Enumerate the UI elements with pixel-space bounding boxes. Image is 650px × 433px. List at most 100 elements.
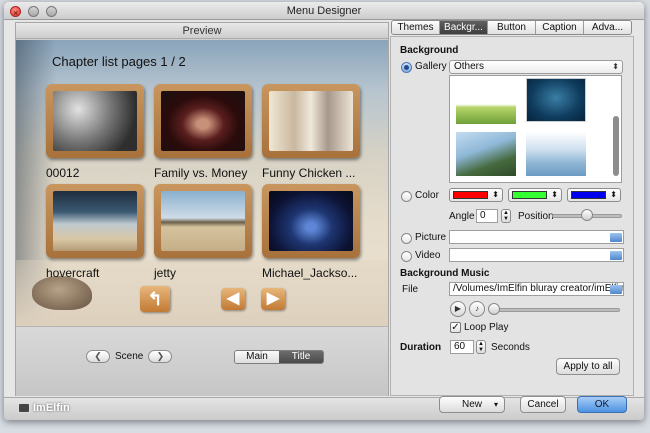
menu-designer-window: × Menu Designer Preview Chapter list pag… — [4, 2, 644, 420]
color-swatch — [453, 191, 488, 199]
music-progress-slider[interactable] — [490, 308, 620, 312]
tab-caption[interactable]: Caption — [536, 21, 584, 34]
cancel-button[interactable]: Cancel — [520, 396, 566, 413]
gallery-label: Gallery — [415, 61, 447, 72]
background-music-section-label: Background Music — [400, 268, 490, 279]
gallery-category-value: Others — [454, 61, 485, 72]
seconds-label: Seconds — [491, 342, 530, 353]
folder-icon[interactable] — [610, 251, 622, 260]
tab-themes[interactable]: Themes — [392, 21, 440, 34]
tab-background[interactable]: Backgr... — [440, 21, 488, 34]
chapter-image — [161, 91, 245, 151]
menu-preview-stage: Chapter list pages 1 / 2 00012 Family vs… — [16, 40, 388, 326]
tab-advanced[interactable]: Adva... — [584, 21, 631, 34]
dropdown-arrow-icon[interactable]: ▾ — [494, 397, 498, 412]
video-radio[interactable] — [401, 251, 412, 262]
color-swatch — [512, 191, 547, 199]
gallery-item-city[interactable] — [526, 132, 586, 176]
chevron-right-icon: ❯ — [156, 350, 165, 361]
chapter-thumbnail-2[interactable] — [154, 84, 252, 158]
background-gallery — [449, 75, 622, 183]
music-progress-knob[interactable] — [488, 303, 500, 315]
scene-navigator: ❮ Scene ❯ — [86, 349, 173, 363]
return-button[interactable]: ↰ — [140, 286, 170, 312]
segment-main[interactable]: Main — [235, 351, 279, 363]
picture-path-field[interactable] — [449, 230, 624, 244]
stepper-icon: ▲ ▼ — [503, 210, 509, 222]
volume-button[interactable]: ♪ — [469, 301, 485, 317]
video-path-field[interactable] — [449, 248, 624, 262]
volume-icon: ♪ — [475, 304, 479, 313]
zoom-window-button[interactable] — [46, 6, 57, 17]
angle-input[interactable]: 0 — [476, 209, 498, 223]
position-slider-knob[interactable] — [581, 209, 593, 221]
play-icon: ▶ — [454, 304, 462, 313]
chapter-thumbnail-6[interactable] — [262, 184, 360, 258]
gallery-radio[interactable] — [401, 62, 412, 73]
segment-title[interactable]: Title — [279, 351, 323, 363]
arrow-right-icon: ▶ — [266, 290, 280, 307]
ok-button[interactable]: OK — [577, 396, 627, 413]
minimize-window-button[interactable] — [28, 6, 39, 17]
chapter-caption-5[interactable]: jetty — [154, 266, 176, 280]
gallery-item-tree[interactable] — [456, 132, 516, 176]
background-section-label: Background — [400, 45, 459, 56]
next-page-button[interactable]: ▶ — [261, 288, 285, 310]
chapter-image — [53, 91, 137, 151]
file-label: File — [402, 284, 419, 295]
duration-input[interactable]: 60 — [450, 340, 474, 354]
previous-page-button[interactable]: ◀ — [221, 288, 245, 310]
color-picker-1[interactable]: ⬍ — [449, 188, 503, 202]
preview-controls: ❮ Scene ❯ Main Title — [16, 326, 388, 396]
title-bar: × Menu Designer — [4, 2, 644, 20]
duration-label: Duration — [400, 342, 442, 353]
color-picker-3[interactable]: ⬍ — [567, 188, 621, 202]
gallery-category-select[interactable]: Others ⬍ — [449, 60, 623, 74]
chapter-thumbnail-3[interactable] — [262, 84, 360, 158]
duration-stepper[interactable]: ▲ ▼ — [476, 340, 486, 354]
picture-label: Picture — [415, 232, 447, 243]
new-label: New — [461, 399, 482, 410]
close-window-button[interactable]: × — [10, 6, 21, 18]
chapter-caption-2[interactable]: Family vs. Money — [154, 166, 247, 180]
arrow-left-icon: ◀ — [226, 290, 240, 307]
color-label: Color — [415, 190, 439, 201]
chapter-image — [269, 191, 353, 251]
chapter-thumbnail-4[interactable] — [46, 184, 144, 258]
return-arrow-icon: ↰ — [147, 289, 163, 309]
chapter-caption-4[interactable]: hovercraft — [46, 266, 99, 280]
gallery-item-grass[interactable] — [456, 80, 516, 124]
chapter-image — [53, 191, 137, 251]
chapter-image — [161, 191, 245, 251]
color-radio[interactable] — [401, 191, 412, 202]
gallery-scrollbar[interactable] — [613, 116, 619, 176]
tab-button[interactable]: Button — [488, 21, 536, 34]
folder-icon[interactable] — [610, 285, 622, 294]
scene-previous-button[interactable]: ❮ — [86, 349, 110, 363]
updown-chevron-icon: ⬍ — [551, 190, 558, 199]
apply-to-all-button[interactable]: Apply to all — [556, 358, 620, 375]
angle-label: Angle — [449, 211, 475, 222]
gallery-item-blue-spotlight[interactable] — [526, 78, 586, 122]
color-picker-2[interactable]: ⬍ — [508, 188, 562, 202]
loop-play-checkbox[interactable]: ✓ — [450, 322, 461, 333]
updown-chevron-icon: ⬍ — [610, 190, 617, 199]
new-button[interactable]: New ▾ — [439, 396, 505, 413]
chapter-caption-6[interactable]: Michael_Jackso... — [262, 266, 357, 280]
chapter-caption-1[interactable]: 00012 — [46, 166, 79, 180]
seashell-decoration — [32, 276, 92, 310]
close-icon: × — [13, 8, 19, 18]
checkmark-icon: ✓ — [451, 322, 460, 333]
chapter-caption-3[interactable]: Funny Chicken ... — [262, 166, 355, 180]
music-file-field[interactable]: /Volumes/ImElfin bluray creator/imElfin … — [449, 282, 624, 296]
chapter-thumbnail-5[interactable] — [154, 184, 252, 258]
chapter-thumbnail-1[interactable] — [46, 84, 144, 158]
picture-radio[interactable] — [401, 233, 412, 244]
updown-chevron-icon: ⬍ — [492, 190, 499, 199]
scene-next-button[interactable]: ❯ — [148, 349, 173, 363]
play-music-button[interactable]: ▶ — [450, 301, 466, 317]
window-title: Menu Designer — [286, 5, 362, 17]
angle-stepper[interactable]: ▲ ▼ — [501, 209, 511, 223]
folder-icon[interactable] — [610, 233, 622, 242]
loop-play-label: Loop Play — [464, 322, 509, 333]
